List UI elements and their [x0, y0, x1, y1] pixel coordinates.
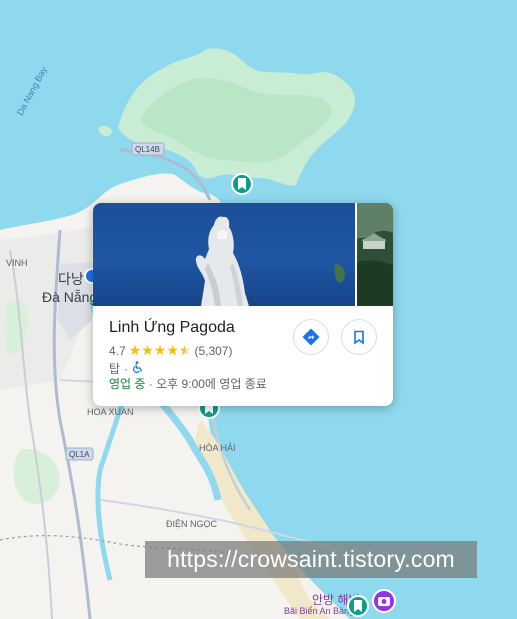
hoa-xuan-label: HOA XUAN: [87, 407, 134, 417]
directions-icon: [302, 328, 320, 346]
an-bang-vn-label: Bãi Biển An Bàng: [284, 606, 354, 616]
beach-marker[interactable]: [347, 595, 369, 617]
directions-button[interactable]: [293, 319, 329, 355]
open-status: 영업 중: [109, 377, 146, 391]
save-button[interactable]: [341, 319, 377, 355]
place-name[interactable]: Linh Ứng Pagoda: [109, 319, 235, 337]
city-vn-label: Đà Nẵng: [42, 289, 97, 305]
vinh-label: VINH: [6, 258, 28, 268]
place-photo[interactable]: [93, 203, 355, 306]
closing-time: · 오후 9:00에 영업 종료: [148, 377, 267, 391]
photo-marker[interactable]: [372, 589, 396, 613]
ql14b-label: QL14B: [135, 145, 160, 154]
ql1a-label: QL1A: [69, 450, 90, 459]
statue-image: [195, 216, 346, 306]
place-photo-secondary[interactable]: [357, 203, 393, 306]
review-count[interactable]: (5,307): [194, 344, 232, 358]
hours-row[interactable]: 영업 중 · 오후 9:00에 영업 종료: [109, 375, 267, 392]
dien-ngoc-label: ĐIỆN NGỌC: [166, 519, 218, 529]
hoa-hai-label: HÒA HẢI: [199, 442, 236, 453]
city-korean-label: 다낭: [58, 271, 84, 287]
bookmark-icon: [354, 330, 364, 345]
pagoda-marker[interactable]: [231, 173, 253, 195]
rating-row[interactable]: 4.7 ★★★★★★ (5,307): [109, 342, 232, 359]
star-half-icon: ★★: [178, 342, 192, 358]
stars-full: ★★★★: [128, 342, 179, 358]
watermark: https://crowsaint.tistory.com: [145, 541, 477, 578]
landscape-image: [357, 203, 393, 306]
map-screenshot: Da Nang Bay QL14B QL1A VINH 다낭 Đà Nẵng H…: [0, 0, 517, 619]
category-separator: ·: [124, 361, 129, 376]
place-card[interactable]: Linh Ứng Pagoda 4.7 ★★★★★★ (5,307) 탑 · 영…: [93, 203, 393, 406]
rating-value: 4.7: [109, 343, 126, 358]
rating-stars: ★★★★★★: [129, 342, 192, 359]
wheelchair-icon: [132, 361, 143, 376]
